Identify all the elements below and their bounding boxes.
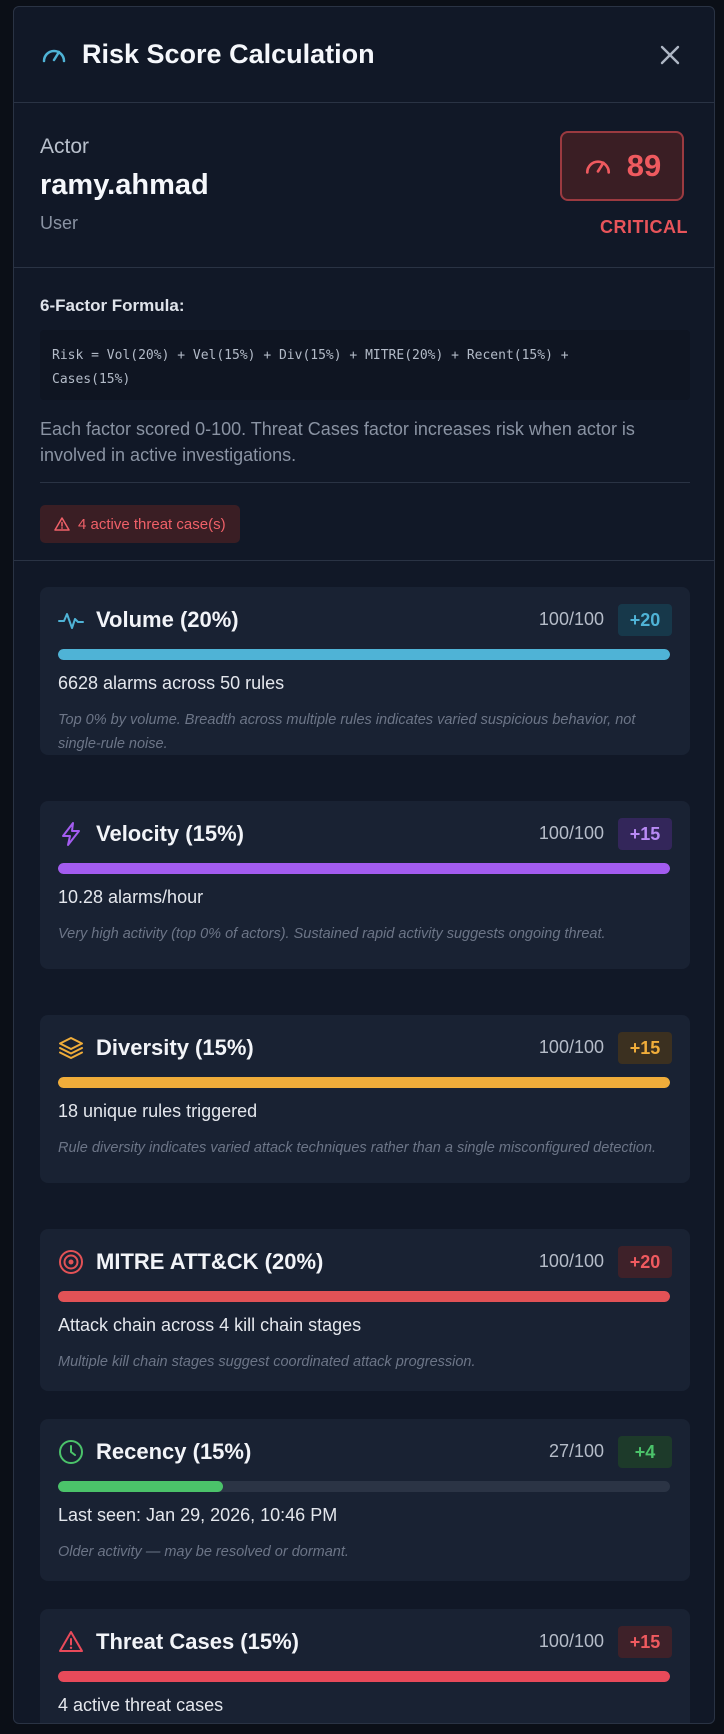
factor-progress-bar (58, 1291, 670, 1302)
factor-delta-badge: +4 (618, 1436, 672, 1468)
factor-card-diversity: Diversity (15%) 100/100 +15 18 unique ru… (40, 1015, 690, 1183)
factor-progress-fill (58, 1671, 670, 1682)
formula-line: Cases(15%) (52, 372, 131, 387)
target-icon (59, 1250, 83, 1274)
formula-code: Risk = Vol(20%) + Vel(15%) + Div(15%) + … (40, 330, 690, 400)
factor-note: Multiple kill chain stages suggest coord… (58, 1354, 476, 1370)
factor-delta-badge: +15 (618, 1032, 672, 1064)
factor-metric: 18 unique rules triggered (58, 1101, 258, 1121)
factor-delta-badge: +15 (618, 818, 672, 850)
gauge-icon (585, 160, 610, 174)
warning-icon (54, 517, 70, 531)
actor-section: Actor ramy.ahmad User 89 CRITICAL (14, 103, 714, 268)
close-icon (660, 45, 680, 64)
factor-metric: Attack chain across 4 kill chain stages (58, 1315, 362, 1335)
factor-note: Rule diversity indicates varied attack t… (58, 1140, 657, 1156)
risk-score-badge: 89 (560, 131, 684, 201)
layers-icon (59, 1037, 83, 1059)
formula-section: 6-Factor Formula: Risk = Vol(20%) + Vel(… (14, 268, 714, 561)
factor-card-velocity: Velocity (15%) 100/100 +15 10.28 alarms/… (40, 801, 690, 969)
factor-score: 100/100 (538, 609, 604, 629)
factor-delta-badge: +20 (618, 1246, 672, 1278)
factor-progress-bar (58, 1077, 670, 1088)
factor-progress-fill (58, 1291, 670, 1302)
actor-name: ramy.ahmad (40, 169, 209, 201)
factor-score: 100/100 (538, 1631, 604, 1651)
factor-name: MITRE ATT&CK (20%) (96, 1249, 324, 1274)
factor-score: 100/100 (538, 823, 604, 843)
factor-metric: 10.28 alarms/hour (58, 887, 204, 907)
factor-score: 100/100 (538, 1037, 604, 1057)
close-button[interactable] (654, 39, 686, 71)
factor-score: 100/100 (538, 1251, 604, 1271)
factor-progress-bar (58, 1671, 670, 1682)
severity-label: CRITICAL (600, 217, 688, 237)
factor-progress-bar (58, 649, 670, 660)
factor-metric: Last seen: Jan 29, 2026, 10:46 PM (58, 1505, 338, 1525)
factor-progress-fill (58, 1077, 670, 1088)
factor-delta-badge: +20 (618, 604, 672, 636)
warning-icon (59, 1631, 83, 1652)
factor-delta-badge: +15 (618, 1626, 672, 1658)
factor-progress-bar (58, 863, 670, 874)
factor-note: Older activity — may be resolved or dorm… (58, 1544, 349, 1560)
factor-progress-fill (58, 649, 670, 660)
divider (40, 482, 690, 483)
risk-score-panel: Risk Score Calculation Actor ramy.ahmad … (13, 6, 715, 1724)
factor-card-volume: Volume (20%) 100/100 +20 6628 alarms acr… (40, 587, 690, 755)
factor-progress-fill (58, 863, 670, 874)
factor-metric: 6628 alarms across 50 rules (58, 673, 285, 693)
factor-progress-bar (58, 1481, 670, 1492)
clock-icon (59, 1440, 83, 1464)
factor-name: Volume (20%) (96, 607, 239, 632)
factor-note: Very high activity (top 0% of actors). S… (58, 926, 606, 942)
threat-case-badge: 4 active threat case(s) (40, 505, 240, 543)
factor-card-recency: Recency (15%) 27/100 +4 Last seen: Jan 2… (40, 1419, 690, 1581)
actor-label: Actor (40, 135, 90, 158)
actor-type: User (40, 213, 79, 233)
activity-icon (58, 613, 84, 629)
factor-name: Threat Cases (15%) (96, 1629, 299, 1654)
factor-note: Top 0% by volume. Breadth across multipl… (58, 712, 636, 752)
factor-metric: 4 active threat cases (58, 1695, 224, 1715)
factor-progress-fill (58, 1481, 224, 1492)
factor-name: Diversity (15%) (96, 1035, 254, 1060)
panel-header: Risk Score Calculation (14, 7, 714, 103)
factor-card-threat-cases: Threat Cases (15%) 100/100 +15 4 active … (40, 1609, 690, 1723)
factor-name: Recency (15%) (96, 1439, 252, 1464)
formula-title: 6-Factor Formula: (40, 296, 185, 315)
page-title: Risk Score Calculation (82, 39, 375, 69)
factor-card-mitre: MITRE ATT&CK (20%) 100/100 +20 Attack ch… (40, 1229, 690, 1391)
factor-score: 27/100 (548, 1441, 604, 1461)
formula-line: Risk = Vol(20%) + Vel(15%) + Div(15%) + … (52, 348, 569, 363)
lightning-icon (62, 822, 80, 846)
risk-score-value: 89 (626, 148, 662, 183)
threat-badge-label: 4 active threat case(s) (78, 515, 226, 533)
factor-name: Velocity (15%) (96, 821, 244, 846)
formula-description: Each factor scored 0-100. Threat Cases f… (40, 419, 635, 465)
gauge-icon (42, 49, 66, 62)
